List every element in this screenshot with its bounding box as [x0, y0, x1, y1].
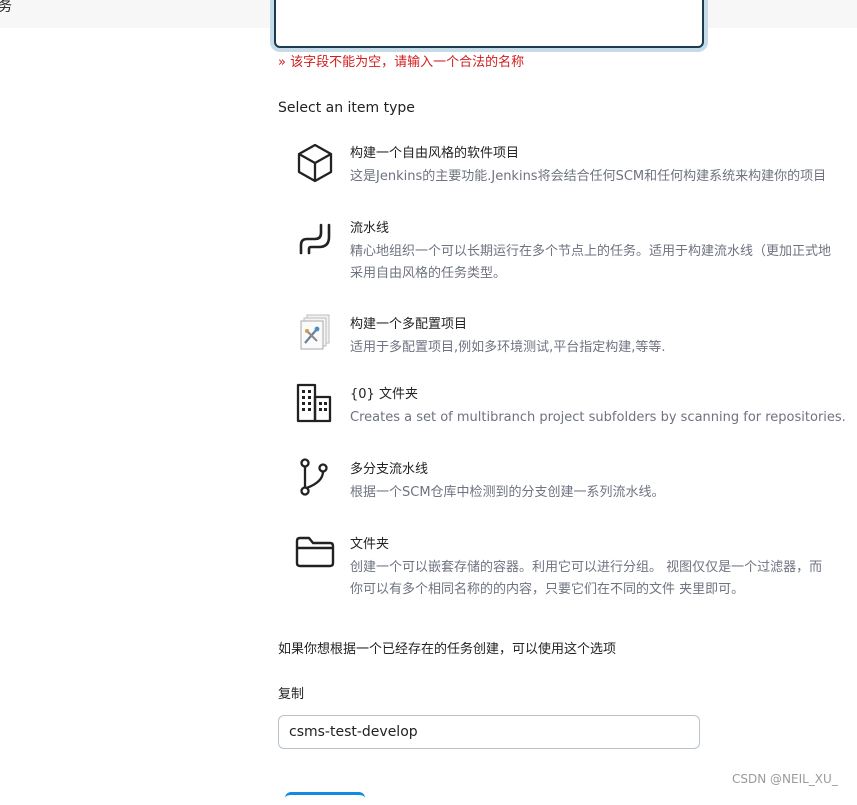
copy-from-input[interactable]: [278, 715, 700, 749]
item-name-input[interactable]: [274, 0, 704, 48]
pipeline-icon: [293, 217, 337, 261]
multibranch-icon: [293, 458, 337, 502]
multiconfig-icon: [293, 313, 337, 357]
item-type-label: 构建一个多配置项目: [350, 317, 468, 332]
item-type-title: Select an item type: [278, 100, 415, 116]
folder-icon: [293, 533, 337, 577]
item-type-label: 文件夹: [350, 537, 390, 552]
item-type-description: 适用于多配置项目,例如多环境测试,平台指定构建,等等.: [350, 340, 666, 355]
name-error-message: » 该字段不能为空，请输入一个合法的名称: [278, 55, 525, 70]
freestyle-icon: [293, 142, 337, 186]
copy-from-label: 复制: [278, 687, 305, 702]
item-type-description: 创建一个可以嵌套存储的容器。利用它可以进行分组。 视图仅仅是一个过滤器，而 你可…: [350, 560, 823, 597]
item-type-label: 多分支流水线: [350, 462, 429, 477]
item-type-label: {0} 文件夹: [350, 387, 418, 402]
item-type-label: 流水线: [350, 221, 390, 236]
watermark: CSDN @NEIL_XU_: [732, 772, 838, 786]
page-title: 务: [0, 0, 12, 15]
item-type-label: 构建一个自由风格的软件项目: [350, 146, 520, 161]
copy-from-hint: 如果你想根据一个已经存在的任务创建，可以使用这个选项: [278, 642, 617, 657]
ok-button[interactable]: [285, 792, 365, 805]
organization-folder-icon: [293, 383, 337, 427]
item-type-description: 根据一个SCM仓库中检测到的分支创建一系列流水线。: [350, 485, 665, 500]
item-type-description: 这是Jenkins的主要功能.Jenkins将会结合任何SCM和任何构建系统来构…: [350, 169, 827, 184]
item-type-description: 精心地组织一个可以长期运行在多个节点上的任务。适用于构建流水线（更加正式地 采用…: [350, 244, 832, 281]
item-type-description: Creates a set of multibranch project sub…: [350, 410, 846, 425]
